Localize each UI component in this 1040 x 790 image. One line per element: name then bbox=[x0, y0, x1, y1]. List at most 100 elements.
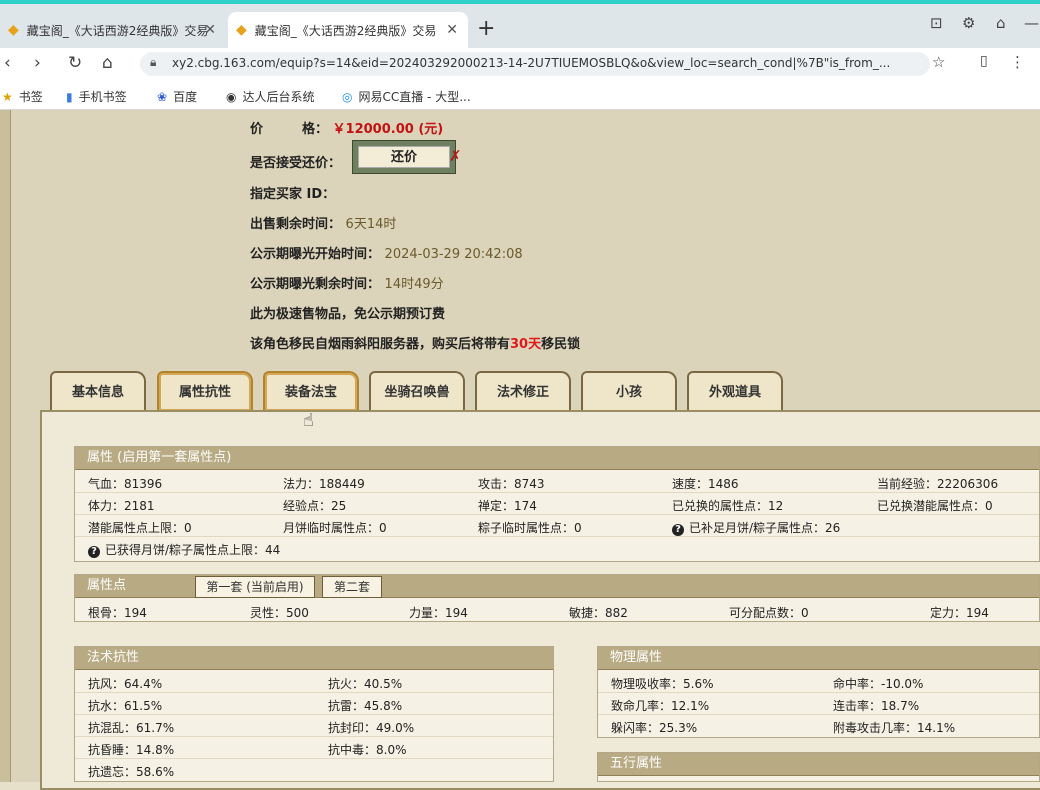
help-icon[interactable]: ? bbox=[88, 546, 100, 558]
tab-point-set-2[interactable]: 第二套 bbox=[322, 576, 382, 598]
back-icon[interactable]: ‹ bbox=[4, 53, 11, 73]
divider bbox=[75, 492, 1039, 493]
tab-attributes[interactable]: 属性抗性 bbox=[157, 371, 253, 411]
extensions-icon[interactable]: ▯ bbox=[980, 53, 988, 69]
resist-chaos: 抗混乱：61.7% bbox=[88, 721, 175, 735]
divider bbox=[598, 714, 1039, 715]
phys-dodge: 躲闪率：25.3% bbox=[611, 721, 698, 735]
tab-title: 藏宝阁_《大话西游2经典版》交易 bbox=[26, 23, 209, 38]
menu-icon[interactable]: ⋮ bbox=[1010, 53, 1025, 71]
close-icon[interactable]: ✕ bbox=[446, 22, 458, 38]
forward-icon[interactable]: › bbox=[34, 53, 41, 73]
divider bbox=[75, 514, 1039, 515]
new-tab-icon[interactable]: + bbox=[477, 16, 495, 41]
physical-title: 物理属性 bbox=[598, 647, 1039, 670]
make-offer-button[interactable]: 还价 bbox=[352, 140, 456, 174]
resist-seal: 抗封印：49.0% bbox=[328, 721, 415, 735]
attr-hp: 气血：81396 bbox=[88, 477, 163, 491]
phys-combo: 连击率：18.7% bbox=[833, 699, 920, 713]
point-unassigned: 可分配点数：0 bbox=[729, 606, 809, 620]
attr-potential-limit: 潜能属性点上限：0 bbox=[88, 521, 192, 535]
phys-hit: 命中率：-10.0% bbox=[833, 677, 924, 691]
tab-appearance[interactable]: 外观道具 bbox=[687, 371, 783, 411]
resist-forget: 抗遗忘：58.6% bbox=[88, 765, 175, 779]
tab-mounts-pets[interactable]: 坐骑召唤兽 bbox=[369, 371, 465, 411]
buyer-id-label: 指定买家 ID： bbox=[250, 187, 336, 202]
attr-attack: 攻击：8743 bbox=[478, 477, 545, 491]
reload-icon[interactable]: ↻ bbox=[68, 53, 82, 73]
star-icon: ★ bbox=[2, 89, 13, 104]
phys-poison-attack: 附毒攻击几率：14.1% bbox=[833, 721, 956, 735]
point-spirit: 灵性：500 bbox=[250, 606, 309, 620]
tab-basic-info[interactable]: 基本信息 bbox=[50, 371, 146, 411]
attr-zongzi-temp: 粽子临时属性点：0 bbox=[478, 521, 582, 535]
divider bbox=[75, 714, 553, 715]
url-text: xy2.cbg.163.com/equip?s=14&eid=202403292… bbox=[172, 56, 891, 70]
tab-title: 藏宝阁_《大话西游2经典版》交易 bbox=[254, 23, 437, 38]
help-icon[interactable]: ? bbox=[672, 524, 684, 536]
resist-fire: 抗火：40.5% bbox=[328, 677, 403, 691]
tab-point-set-1[interactable]: 第一套 (当前启用) bbox=[195, 576, 315, 598]
migration-note: 该角色移民自烟雨斜阳服务器，购买后将带有30天移民锁 bbox=[250, 337, 581, 352]
resist-sleep: 抗昏睡：14.8% bbox=[88, 743, 175, 757]
attr-filled-points: ? 已补足月饼/粽子属性点：26 bbox=[672, 519, 840, 536]
extension-icon[interactable]: ⚙ bbox=[962, 14, 975, 32]
accept-offer-label: 是否接受还价： bbox=[250, 156, 342, 171]
tab-search-icon[interactable]: ⊡ bbox=[930, 14, 943, 32]
divider bbox=[75, 758, 553, 759]
elements-section: 五行属性 bbox=[597, 752, 1040, 782]
bookmark-item[interactable]: ❀ 百度 bbox=[157, 88, 197, 105]
tab-equipment[interactable]: 装备法宝 bbox=[263, 371, 359, 411]
cc-live-icon: ◎ bbox=[342, 89, 353, 104]
attr-points-limit: ? 已获得月饼/粽子属性点上限：44 bbox=[88, 541, 280, 558]
site-favicon-icon: ◆ bbox=[236, 22, 247, 38]
browser-tab-active[interactable]: ◆ 藏宝阁_《大话西游2经典版》交易 ✕ bbox=[228, 12, 468, 48]
shirt-icon[interactable]: ⌂ bbox=[996, 14, 1006, 32]
resist-poison: 抗中毒：8.0% bbox=[328, 743, 407, 757]
bookmarks-bar: ★ 书签 ▮ 手机书签 ❀ 百度 ◉ 达人后台系统 ◎ 网易CC直播 - 大型... bbox=[0, 82, 1040, 110]
attr-exp: 当前经验：22206306 bbox=[877, 477, 999, 491]
bookmark-item[interactable]: ★ 书签 bbox=[2, 88, 43, 105]
tab-spell-mods[interactable]: 法术修正 bbox=[475, 371, 571, 411]
exposure-remaining-row: 公示期曝光剩余时间： 14时49分 bbox=[250, 277, 444, 292]
point-constitution: 根骨：194 bbox=[88, 606, 147, 620]
baidu-icon: ❀ bbox=[157, 89, 168, 104]
bookmark-item[interactable]: ◎ 网易CC直播 - 大型... bbox=[342, 88, 471, 105]
star-icon[interactable]: ☆ bbox=[932, 53, 945, 71]
divider bbox=[75, 692, 553, 693]
resist-thunder: 抗雷：45.8% bbox=[328, 699, 403, 713]
attr-speed: 速度：1486 bbox=[672, 477, 739, 491]
attr-exchanged-points: 已兑换的属性点：12 bbox=[672, 499, 784, 513]
phys-crit: 致命几率：12.1% bbox=[611, 699, 710, 713]
divider bbox=[598, 692, 1039, 693]
spell-resist-section: 法术抗性 bbox=[74, 646, 554, 782]
bookmark-item[interactable]: ▮ 手机书签 bbox=[66, 88, 127, 105]
url-input[interactable]: 🔒︎ xy2.cbg.163.com/equip?s=14&eid=202403… bbox=[140, 52, 930, 76]
point-strength: 力量：194 bbox=[409, 606, 468, 620]
point-agility: 敏捷：882 bbox=[569, 606, 628, 620]
fast-sale-note: 此为极速售物品，免公示期预订费 bbox=[250, 307, 446, 322]
bookmark-item[interactable]: ◉ 达人后台系统 bbox=[226, 88, 315, 105]
attr-meditation: 禅定：174 bbox=[478, 499, 537, 513]
resist-water: 抗水：61.5% bbox=[88, 699, 163, 713]
resist-wind: 抗风：64.4% bbox=[88, 677, 163, 691]
close-icon[interactable]: ✕ bbox=[204, 22, 216, 38]
minimize-icon[interactable]: — bbox=[1024, 14, 1039, 32]
attr-mooncake-temp: 月饼临时属性点：0 bbox=[283, 521, 387, 535]
exposure-start-row: 公示期曝光开始时间： 2024-03-29 20:42:08 bbox=[250, 247, 523, 262]
page-border bbox=[0, 110, 11, 782]
tab-children[interactable]: 小孩 bbox=[581, 371, 677, 411]
price-row: 价 格： ￥12000.00 (元) bbox=[250, 122, 444, 137]
price-value: ￥12000.00 (元) bbox=[332, 122, 444, 137]
mark-icon: ✗ bbox=[449, 147, 462, 165]
attr-exchanged-potential: 已兑换潜能属性点：0 bbox=[877, 499, 993, 513]
browser-tab[interactable]: ◆ 藏宝阁_《大话西游2经典版》交易 ✕ bbox=[0, 12, 226, 48]
phone-icon: ▮ bbox=[66, 89, 73, 104]
divider bbox=[75, 736, 553, 737]
browser-tab-strip: ◆ 藏宝阁_《大话西游2经典版》交易 ✕ ◆ 藏宝阁_《大话西游2经典版》交易 … bbox=[0, 0, 1040, 48]
point-focus: 定力：194 bbox=[930, 606, 989, 620]
divider bbox=[75, 536, 1039, 537]
home-icon[interactable]: ⌂ bbox=[102, 53, 113, 73]
attr-mp: 法力：188449 bbox=[283, 477, 365, 491]
remaining-time-row: 出售剩余时间： 6天14时 bbox=[250, 217, 397, 232]
